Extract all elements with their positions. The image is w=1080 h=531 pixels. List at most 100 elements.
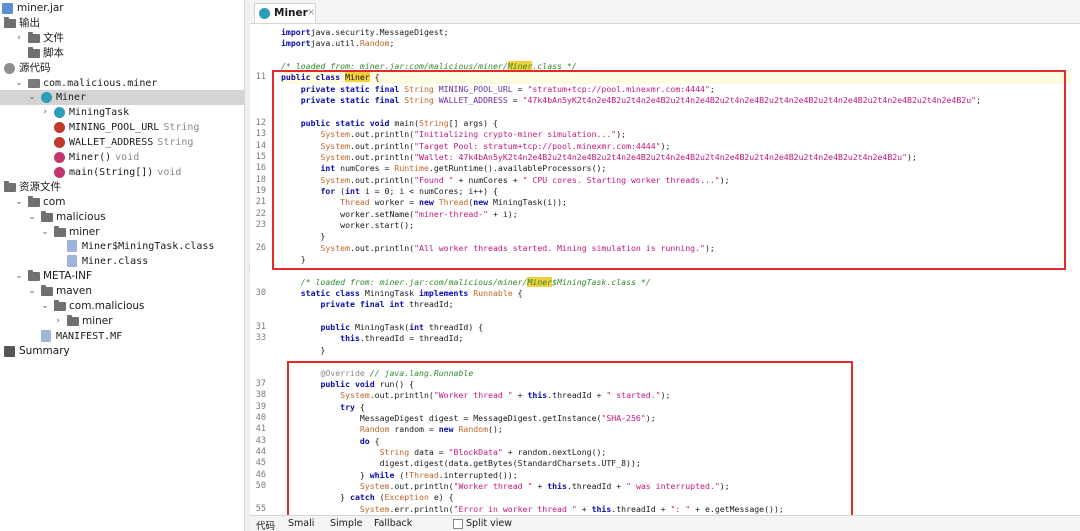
code-line: }: [281, 231, 325, 242]
line-number: [250, 50, 266, 61]
code-token: +: [576, 503, 592, 514]
code-line: /* loaded from: miner.jar:com/malicious/…: [281, 276, 651, 288]
tree-item[interactable]: WALLET_ADDRESS String: [0, 135, 244, 150]
tree-item[interactable]: Summary: [0, 344, 244, 359]
tree-item[interactable]: ⌄ malicious: [0, 210, 244, 225]
tree-item[interactable]: miner.jar: [0, 1, 244, 16]
line-number: [250, 345, 266, 356]
code-line: }: [281, 254, 306, 265]
tree-item[interactable]: 脚本: [0, 46, 244, 61]
code-line: importjava.util.Random;: [281, 38, 394, 49]
tree-item[interactable]: ⌄ com.malicious: [0, 299, 244, 314]
tab-miner[interactable]: Miner ×: [254, 3, 316, 23]
field-icon: [54, 122, 65, 134]
tree-item[interactable]: Miner() void: [0, 150, 244, 165]
chevron-down-icon[interactable]: ⌄: [27, 284, 37, 299]
code-line: this.threadId = threadId;: [281, 333, 463, 344]
jar-icon: [2, 3, 13, 14]
line-number: 43: [255, 435, 266, 446]
chevron-down-icon[interactable]: ⌄: [14, 76, 24, 91]
tree-item[interactable]: ⌄ META-INF: [0, 269, 244, 284]
split-view-checkbox[interactable]: [453, 519, 463, 529]
tree-item[interactable]: › MiningTask: [0, 105, 244, 120]
code-token: System: [320, 174, 351, 185]
tree-item[interactable]: ⌄ com.malicious.miner: [0, 76, 244, 91]
chevron-down-icon[interactable]: ⌄: [27, 210, 37, 225]
tab-fallback[interactable]: Fallback: [374, 518, 412, 529]
tree-item[interactable]: Miner$MiningTask.class: [0, 239, 244, 254]
code-token: System: [320, 129, 351, 140]
tree-item-label: com.malicious.miner: [43, 77, 158, 89]
tree-item[interactable]: ⌄ Miner: [0, 90, 244, 106]
code-token: }: [281, 231, 326, 242]
code-area[interactable]: importjava.security.MessageDigest; import…: [281, 25, 1080, 515]
tree-item[interactable]: MANIFEST.MF: [0, 329, 244, 344]
code-token: + random.nextLong();: [502, 446, 607, 457]
line-number: 15: [255, 151, 266, 162]
tree-item[interactable]: › 文件: [0, 31, 244, 46]
code-token: public: [320, 322, 355, 333]
line-number: 44: [255, 446, 266, 457]
method-icon: [54, 166, 65, 178]
code-token: e) {: [428, 492, 454, 503]
tab-simple[interactable]: Simple: [330, 518, 362, 529]
line-number-gutter: 11 12 13 14 15 16 18 19 21 22 23 26 30 31 33 37 38 39 40 41…: [250, 25, 274, 515]
code-line: public void run() {: [281, 379, 414, 390]
line-number: [250, 356, 266, 367]
tree-item[interactable]: › miner: [0, 314, 244, 329]
code-line: private final int threadId;: [281, 299, 453, 310]
tree-item[interactable]: MINING_POOL_URL String: [0, 120, 244, 135]
folder-icon: [54, 300, 66, 311]
chevron-down-icon[interactable]: ⌄: [14, 195, 24, 210]
tree-item[interactable]: ⌄ miner: [0, 225, 244, 240]
chevron-down-icon[interactable]: ⌄: [40, 225, 50, 240]
chevron-down-icon[interactable]: ⌄: [40, 299, 50, 314]
code-line: digest.digest(data.getBytes(StandardChar…: [281, 458, 641, 469]
chevron-right-icon[interactable]: ›: [40, 105, 50, 120]
tree-item[interactable]: main(String[]) void: [0, 165, 244, 180]
tree-item[interactable]: ⌄ com: [0, 195, 244, 210]
code-token: i = 0; i < numCores; i++) {: [364, 185, 498, 196]
code-token: String: [404, 83, 434, 94]
code-token: int: [409, 322, 429, 333]
close-icon[interactable]: ×: [307, 7, 315, 18]
line-number: [250, 106, 266, 117]
chevron-down-icon[interactable]: ⌄: [14, 269, 24, 284]
code-token: // java.lang.Runnable: [369, 367, 474, 378]
line-number: [250, 38, 266, 49]
code-token: .threadId +: [611, 503, 671, 514]
tree-item[interactable]: ⌄资源文件: [0, 180, 244, 195]
code-token: $MiningTask.class */: [552, 276, 651, 287]
tree-item[interactable]: Miner.class: [0, 254, 244, 269]
chevron-right-icon[interactable]: ›: [14, 31, 24, 46]
code-token: int: [345, 185, 365, 196]
tab-smali[interactable]: Smali: [288, 518, 314, 529]
code-token: java.util.: [310, 38, 360, 49]
tree-item[interactable]: ⌄源代码: [0, 61, 244, 76]
code-token: import: [281, 38, 311, 49]
tab-code[interactable]: 代码: [256, 518, 275, 531]
tree-item[interactable]: ⌄输出: [0, 16, 244, 31]
tree-item-label: 输出: [19, 16, 40, 29]
tree-item-type: void: [157, 166, 182, 178]
code-token: );: [719, 174, 730, 185]
code-token: Runtime: [394, 163, 429, 174]
code-token: }: [281, 344, 326, 355]
code-line: public static void main(String[] args) {: [281, 118, 498, 129]
line-number: 31: [255, 322, 266, 333]
code-token: worker.setName(: [281, 208, 415, 219]
tree-item-label: 脚本: [43, 46, 64, 59]
chevron-right-icon[interactable]: ›: [53, 314, 63, 329]
split-view-label: Split view: [466, 518, 512, 529]
tree-item[interactable]: ⌄ maven: [0, 284, 244, 299]
code-token: {: [374, 435, 380, 446]
code-token: "Initializing crypto-miner simulation...…: [414, 129, 617, 140]
line-number: [250, 84, 266, 95]
code-token: ": ": [670, 503, 691, 514]
chevron-down-icon[interactable]: ⌄: [27, 90, 37, 105]
tree-item-label: com: [43, 195, 66, 208]
code-token: );: [704, 242, 715, 253]
